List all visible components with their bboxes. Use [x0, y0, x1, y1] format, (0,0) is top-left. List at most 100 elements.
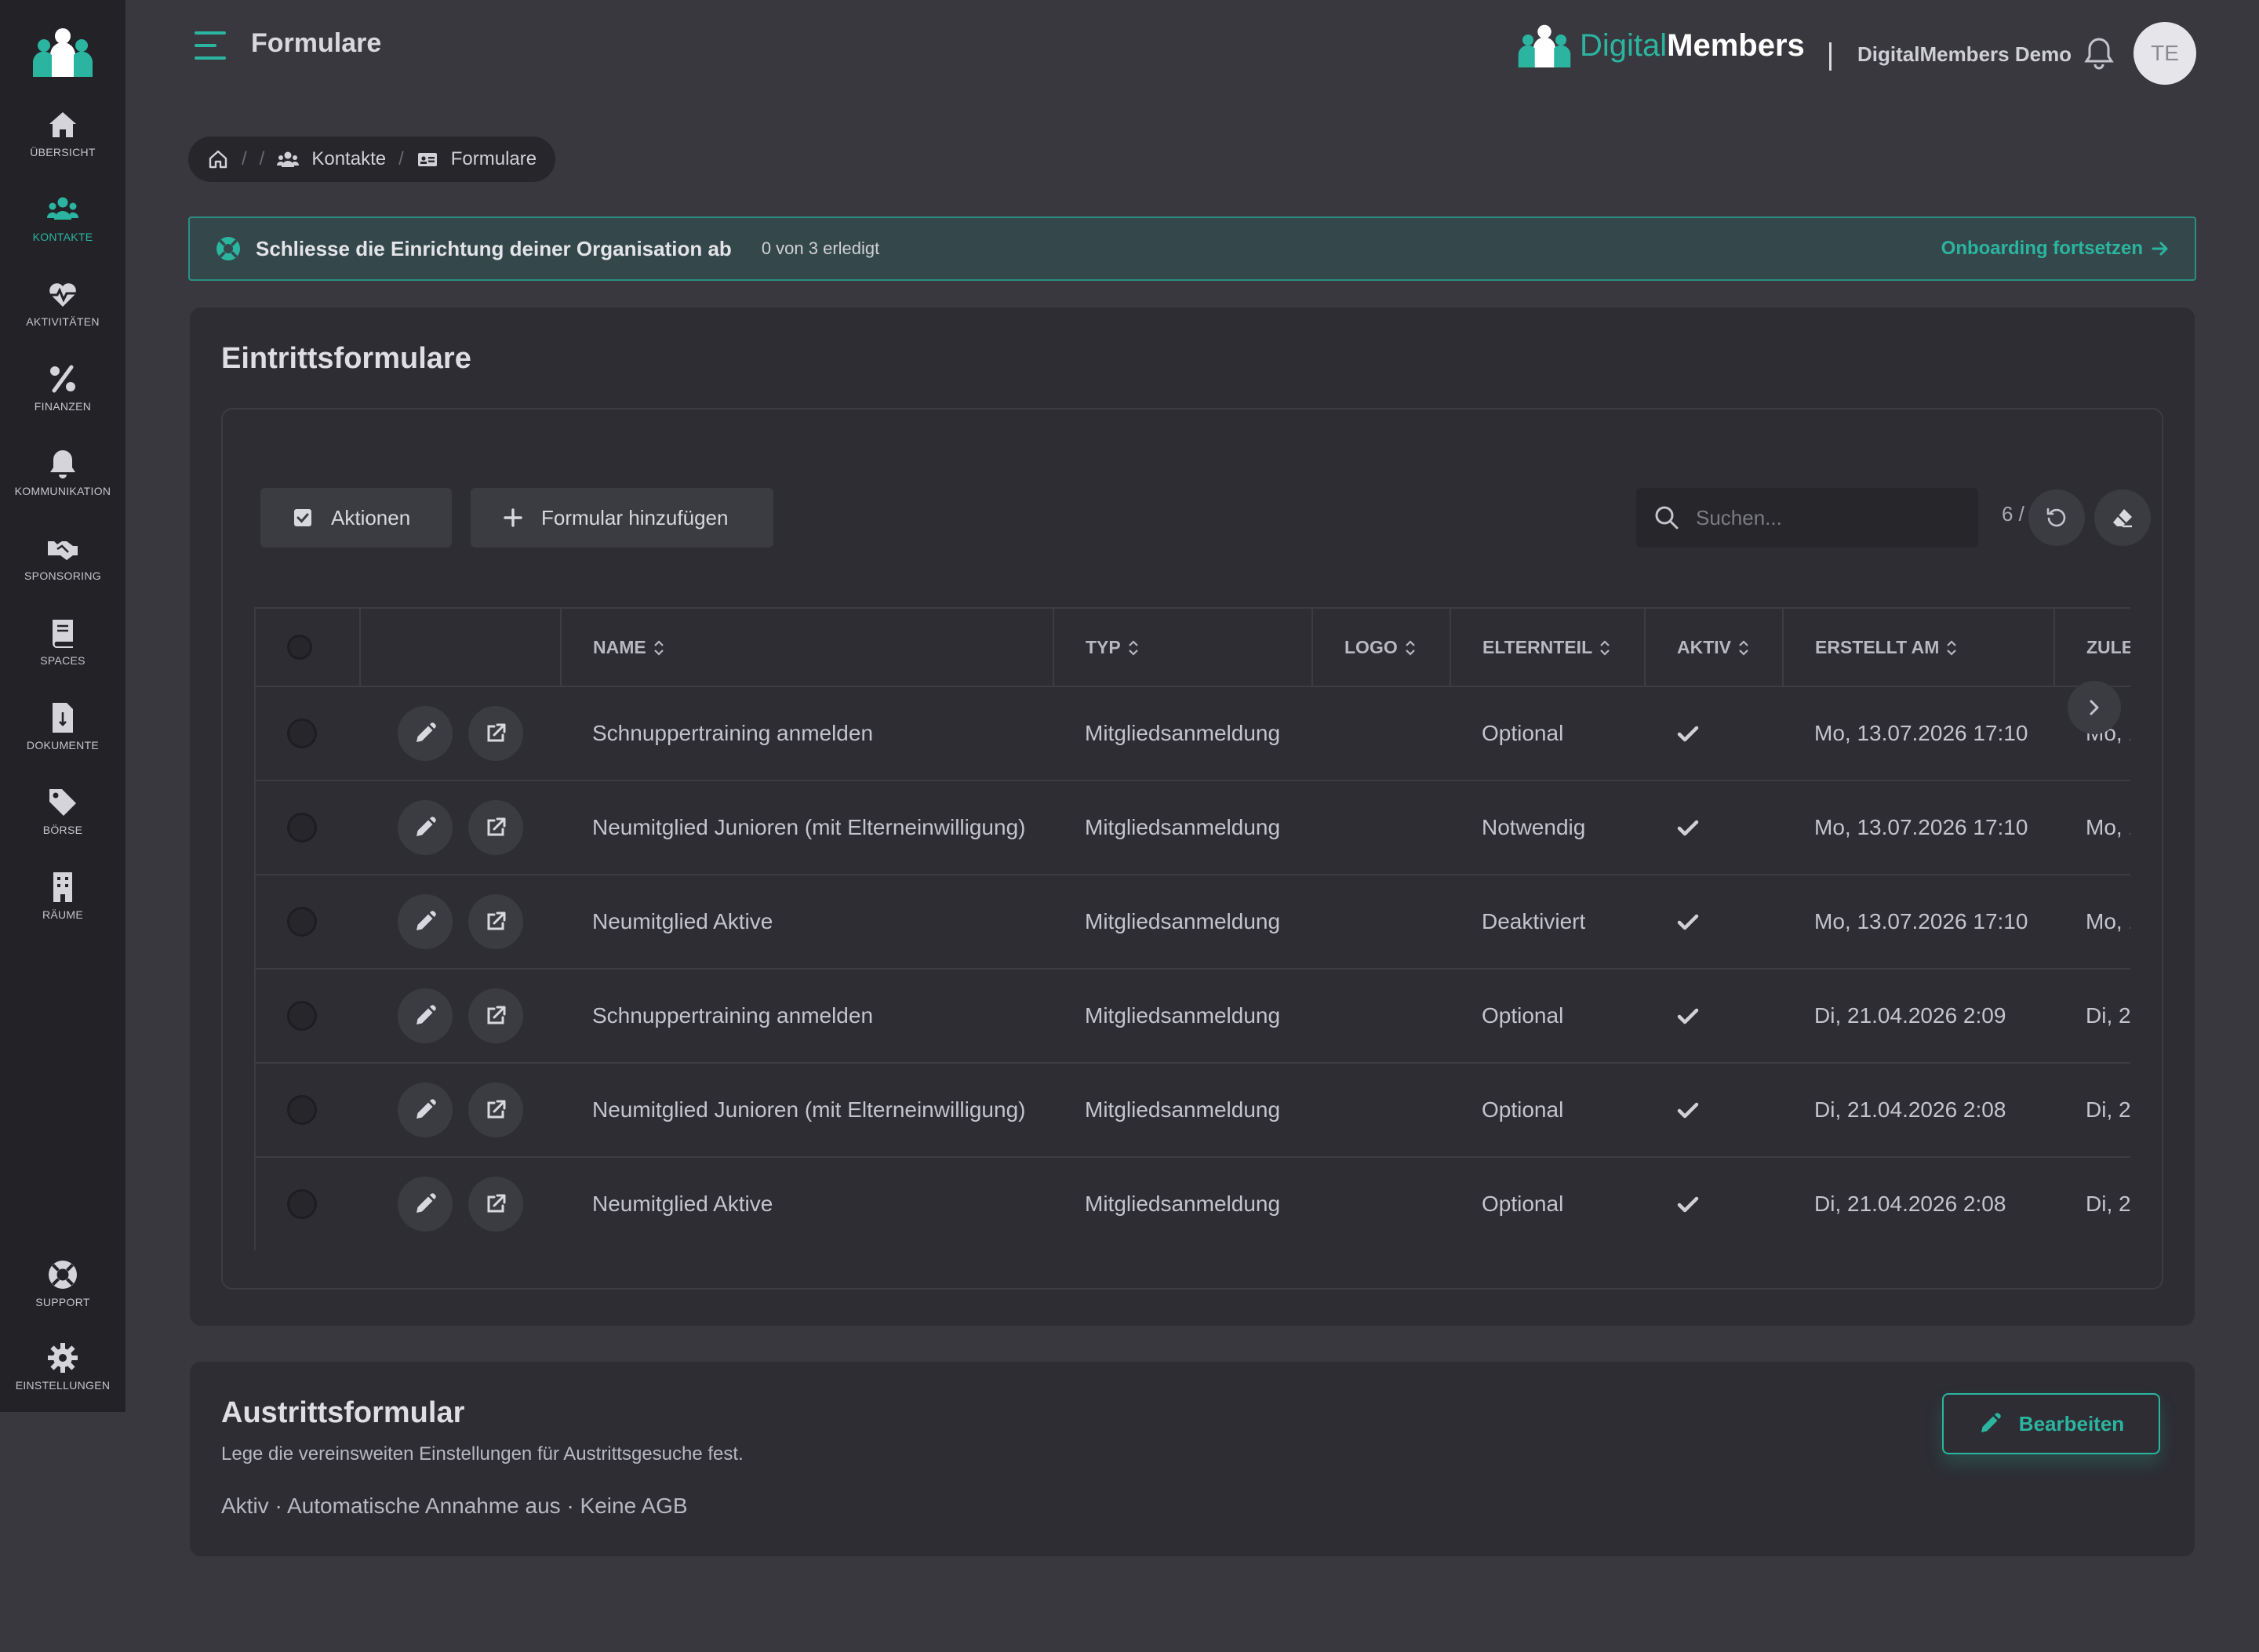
sidebar-item-kontakte[interactable]: KONTAKTE [0, 193, 126, 271]
scroll-right-button[interactable] [2068, 681, 2121, 734]
breadcrumb-item-formulare[interactable]: Formulare [451, 148, 537, 170]
sidebar-item-räume[interactable]: RÄUME [0, 871, 126, 949]
home-icon [49, 112, 76, 137]
sidebar-item-einstellungen[interactable]: EINSTELLUNGEN [0, 1341, 126, 1420]
sidebar-item-label: RÄUME [42, 908, 84, 921]
cell-parent: Optional [1450, 1063, 1645, 1158]
column-header-parent[interactable]: ELTERNTEIL [1450, 607, 1646, 687]
clear-filters-button[interactable] [2094, 489, 2151, 546]
sidebar-item-label: DOKUMENTE [26, 739, 100, 751]
pencil-icon [417, 1005, 436, 1024]
actions-button[interactable]: Aktionen [260, 488, 452, 548]
sidebar-item-sponsoring[interactable]: SPONSORING [0, 532, 126, 610]
column-header-type[interactable]: TYP [1053, 607, 1313, 687]
open-form-link-button[interactable] [468, 1177, 523, 1232]
row-select-radio[interactable] [287, 813, 317, 842]
edit-row-button[interactable] [398, 1083, 453, 1137]
column-header-name[interactable]: NAME [561, 607, 1054, 687]
select-all-radio[interactable] [287, 635, 312, 660]
row-select-radio[interactable] [287, 1189, 317, 1219]
cell-parent: Optional [1450, 686, 1645, 781]
cell-logo [1312, 875, 1450, 970]
organization-name[interactable]: DigitalMembers Demo [1857, 42, 2072, 67]
add-form-button[interactable]: Formular hinzufügen [471, 488, 773, 548]
brand-people-icon [1518, 24, 1571, 67]
breadcrumb-item-kontakte[interactable]: Kontakte [311, 148, 386, 170]
select-cell [254, 1063, 360, 1158]
check-icon [1677, 1103, 1699, 1119]
cell-updated: Mo, 13.07.2026 17:10 [2054, 781, 2130, 875]
cell-logo [1312, 1157, 1450, 1250]
row-select-radio[interactable] [287, 719, 317, 748]
sidebar-item-dokumente[interactable]: DOKUMENTE [0, 701, 126, 780]
edit-label: Bearbeiten [2018, 1411, 2125, 1435]
sidebar-item-label: BÖRSE [42, 824, 83, 836]
sidebar-item-börse[interactable]: BÖRSE [0, 786, 126, 864]
open-form-link-button[interactable] [468, 800, 523, 855]
select-all-cell [254, 607, 361, 687]
edit-row-button[interactable] [398, 894, 453, 949]
column-header-updated[interactable]: ZULETZT GEÄNDERT [2054, 607, 2130, 687]
sidebar-item-finanzen[interactable]: FINANZEN [0, 362, 126, 441]
building-icon [53, 872, 72, 902]
edit-row-button[interactable] [398, 800, 453, 855]
sidebar-item-support[interactable]: SUPPORT [0, 1258, 126, 1337]
forms-table-scroll[interactable]: NAME TYP LOGO ELTERNTEIL AKTIV ERSTELLT … [254, 607, 2130, 1250]
cell-active [1645, 781, 1783, 875]
row-select-radio[interactable] [287, 907, 317, 937]
add-form-label: Formular hinzufügen [541, 505, 729, 529]
bell-icon [50, 450, 75, 478]
row-select-radio[interactable] [287, 1095, 317, 1125]
row-actions-cell [360, 969, 561, 1064]
cell-name[interactable]: Schnuppertraining anmelden [561, 686, 1053, 781]
handshake-icon [48, 541, 78, 560]
sidebar-item-aktivitäten[interactable]: AKTIVITÄTEN [0, 278, 126, 356]
edit-exit-form-button[interactable]: Bearbeiten [1942, 1393, 2160, 1454]
menu-toggle-icon[interactable] [195, 30, 229, 61]
column-header-active[interactable]: AKTIV [1645, 607, 1784, 687]
open-form-link-button[interactable] [468, 988, 523, 1043]
row-actions-cell [360, 686, 561, 781]
sidebar-item-label: FINANZEN [34, 400, 92, 413]
cell-created: Di, 21.04.2026 2:08 [1783, 1063, 2054, 1158]
digitalmembers-logo-icon[interactable] [33, 27, 93, 77]
row-select-radio[interactable] [287, 1001, 317, 1031]
onboarding-continue-link[interactable]: Onboarding fortsetzen [1941, 238, 2170, 260]
user-avatar[interactable]: TE [2134, 22, 2196, 85]
cell-name[interactable]: Neumitglied Aktive [561, 875, 1053, 970]
search-input[interactable] [1696, 505, 1963, 530]
edit-row-button[interactable] [398, 706, 453, 761]
edit-row-button[interactable] [398, 988, 453, 1043]
column-header-label: AKTIV [1677, 636, 1731, 657]
cell-parent: Notwendig [1450, 781, 1645, 875]
row-actions-cell [360, 1063, 561, 1158]
percent-icon [50, 365, 75, 393]
open-form-link-button[interactable] [468, 706, 523, 761]
exit-form-title: Austrittsformular [221, 1396, 465, 1429]
sort-icon [653, 640, 664, 656]
check-icon [1677, 821, 1699, 836]
notifications-bell-icon[interactable] [2083, 36, 2115, 71]
cell-parent: Optional [1450, 1157, 1645, 1250]
sidebar-item-spaces[interactable]: SPACES [0, 617, 126, 695]
cell-name[interactable]: Neumitglied Junioren (mit Elterneinwilli… [561, 1063, 1053, 1158]
check-icon [1677, 1009, 1699, 1024]
document-icon [53, 703, 73, 733]
cell-name[interactable]: Schnuppertraining anmelden [561, 969, 1053, 1064]
cell-active [1645, 875, 1783, 970]
sidebar-item-übersicht[interactable]: ÜBERSICHT [0, 108, 126, 187]
open-form-link-button[interactable] [468, 1083, 523, 1137]
column-header-logo[interactable]: LOGO [1312, 607, 1451, 687]
edit-row-button[interactable] [398, 1177, 453, 1232]
cell-name[interactable]: Neumitglied Junioren (mit Elterneinwilli… [561, 781, 1053, 875]
cell-name[interactable]: Neumitglied Aktive [561, 1157, 1053, 1250]
reload-button[interactable] [2028, 489, 2085, 546]
open-form-link-button[interactable] [468, 894, 523, 949]
pencil-icon [417, 817, 436, 836]
sidebar-item-kommunikation[interactable]: KOMMUNIKATION [0, 447, 126, 526]
home-icon[interactable] [207, 148, 229, 170]
table-row: Neumitglied Junioren (mit Elterneinwilli… [254, 1063, 2130, 1158]
brand-logo[interactable]: DigitalMembers [1517, 22, 1805, 69]
breadcrumb: / / Kontakte / Formulare [188, 136, 556, 182]
column-header-created[interactable]: ERSTELLT AM [1783, 607, 2055, 687]
